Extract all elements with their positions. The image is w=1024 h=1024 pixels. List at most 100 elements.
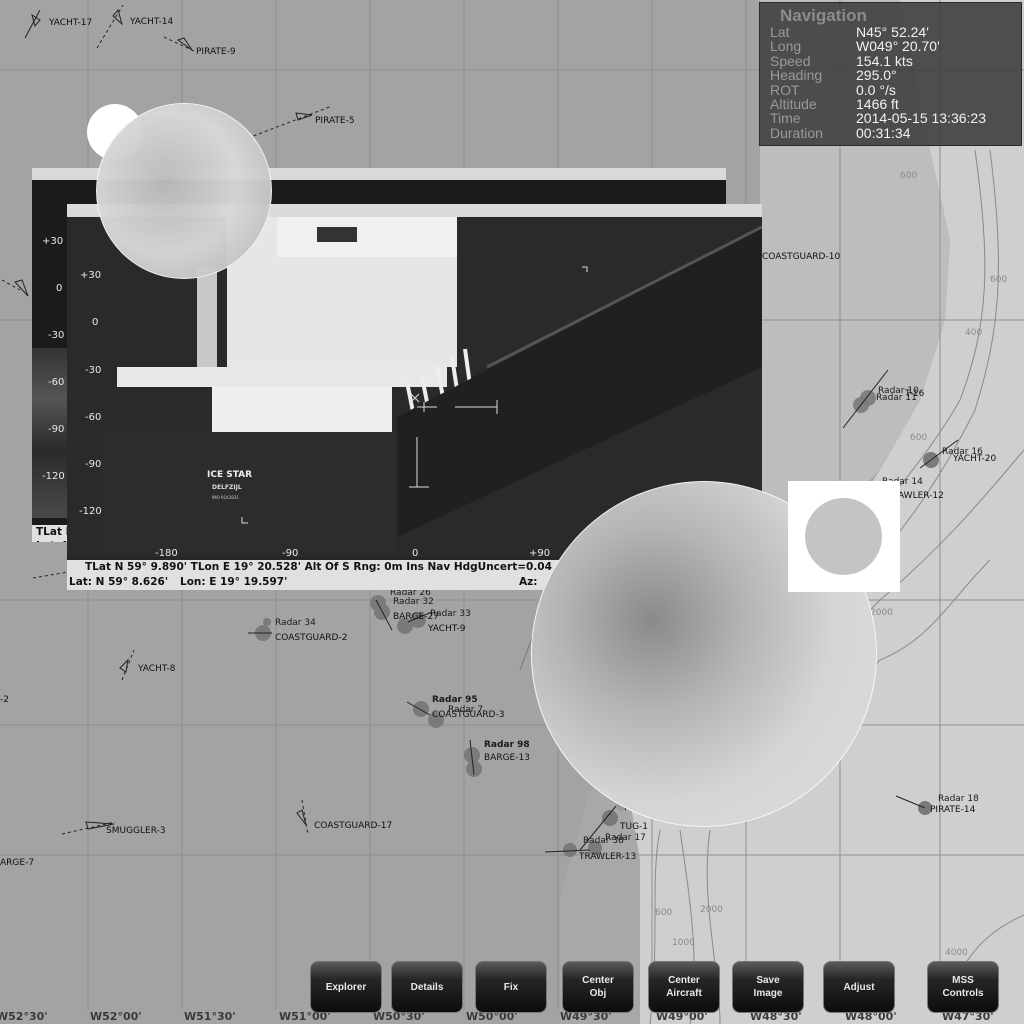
svg-text:400: 400: [965, 328, 982, 338]
svg-text:COASTGUARD-2: COASTGUARD-2: [275, 633, 347, 643]
elevation-tick: -60: [48, 377, 65, 388]
nav-row-altitude: Altitude 1466 ft: [770, 96, 1021, 113]
contact-coastguard-10[interactable]: COASTGUARD-10: [762, 252, 840, 262]
svg-text:2000: 2000: [870, 608, 893, 618]
nav-row-heading: Heading 295.0°: [770, 67, 1021, 84]
nav-row-speed: Speed 154.1 kts: [770, 52, 1021, 69]
ring-marker: [788, 481, 900, 592]
svg-text:Radar 34: Radar 34: [275, 618, 316, 628]
contact-left-edge[interactable]: [1, 279, 29, 297]
svg-text:YACHT-14: YACHT-14: [129, 17, 173, 27]
nav-label: Speed: [770, 52, 811, 69]
center-aircraft-button[interactable]: Center Aircraft: [648, 961, 720, 1013]
contact-barge-7[interactable]: ARGE-7: [0, 858, 34, 868]
nav-value: 0.0 °/s: [856, 81, 896, 98]
svg-text:TRAWLER-13: TRAWLER-13: [578, 852, 636, 862]
svg-text:2000: 2000: [700, 905, 723, 915]
contact-yacht-14[interactable]: YACHT-14: [96, 4, 173, 49]
nav-value: W049° 20.70': [856, 38, 940, 55]
sensor-lon: Lon: E 19° 19.597': [180, 576, 288, 588]
nav-label: Time: [770, 110, 801, 127]
svg-text:Radar 98: Radar 98: [484, 740, 530, 750]
elevation-tick: 0: [56, 283, 63, 294]
svg-text:ARGE-7: ARGE-7: [0, 858, 34, 868]
contact-edge-2[interactable]: -2: [0, 695, 9, 705]
nav-row-time: Time 2014-05-15 13:36:23: [770, 110, 1021, 127]
azimuth-tick: 0: [412, 548, 419, 559]
nav-label: Altitude: [770, 96, 817, 113]
svg-text:-2: -2: [0, 695, 9, 705]
contact-coastguard-17[interactable]: COASTGUARD-17: [296, 799, 392, 836]
contact-coastguard-3[interactable]: Radar 95 Radar 7 COASTGUARD-3: [406, 695, 504, 728]
blurred-region: [96, 103, 272, 279]
center-obj-button[interactable]: Center Obj: [562, 961, 634, 1013]
navigation-panel: Navigation Lat N45° 52.24' Long W049° 20.7…: [759, 2, 1022, 146]
svg-text:COASTGUARD-3: COASTGUARD-3: [432, 710, 504, 720]
elevation-tick: -120: [79, 506, 102, 517]
elevation-tick: -30: [48, 330, 65, 341]
contact-barge-group[interactable]: Radar 26 Radar 32 Radar 33 BARGE-27 YACH…: [370, 588, 471, 634]
azimuth-tick: -180: [155, 548, 178, 559]
azimuth-tick: +90: [529, 548, 551, 559]
svg-text:Radar 17: Radar 17: [605, 833, 646, 843]
nav-value: 2014-05-15 13:36:23: [856, 110, 986, 127]
nav-label: Heading: [770, 67, 823, 84]
nav-row-lat: Lat N45° 52.24': [770, 24, 1021, 40]
nav-value: 1466 ft: [856, 96, 899, 113]
svg-text:PIRATE-9: PIRATE-9: [196, 47, 236, 57]
sensor-lat: Lat: N 59° 8.626': [69, 576, 169, 588]
contact-pirate-5[interactable]: PIRATE-5: [247, 105, 355, 139]
azimuth-label: Az:: [519, 576, 538, 588]
nav-label: Long: [770, 38, 802, 55]
nav-row-duration: Duration 00:31:34: [770, 124, 1021, 141]
nav-value: 00:31:34: [856, 124, 911, 141]
svg-text:600: 600: [655, 908, 672, 918]
contact-yacht-8[interactable]: YACHT-8: [119, 649, 176, 681]
details-button[interactable]: Details: [391, 961, 463, 1013]
svg-text:YACHT-9: YACHT-9: [427, 624, 466, 634]
adjust-button[interactable]: Adjust: [823, 961, 895, 1013]
elevation-tick: -90: [85, 459, 102, 470]
svg-text:PIRATE-5: PIRATE-5: [315, 116, 355, 126]
elevation-tick: -30: [85, 365, 102, 376]
svg-text:YACHT-8: YACHT-8: [137, 664, 176, 674]
azimuth-tick: -90: [282, 548, 299, 559]
lon-label: W52°30': [0, 1010, 48, 1023]
svg-text:600: 600: [910, 433, 927, 443]
nav-value: N45° 52.24': [856, 24, 929, 40]
contact-coastguard-2[interactable]: Radar 34 COASTGUARD-2: [248, 618, 347, 643]
lon-label: W51°30': [184, 1010, 236, 1023]
contact-smuggler-3[interactable]: SMUGGLER-3: [61, 821, 166, 836]
svg-text:1000: 1000: [672, 938, 695, 948]
elevation-tick: -90: [48, 424, 65, 435]
lon-label: W52°00': [90, 1010, 142, 1023]
svg-text:COASTGUARD-10: COASTGUARD-10: [762, 252, 840, 262]
back-target-line: TLat N: [32, 525, 72, 540]
contact-yacht-17[interactable]: YACHT-17: [24, 9, 92, 39]
nav-row-long: Long W049° 20.70': [770, 38, 1021, 55]
contact-pirate-9[interactable]: PIRATE-9: [163, 36, 236, 57]
fix-button[interactable]: Fix: [475, 961, 547, 1013]
nav-label: Duration: [770, 124, 823, 141]
svg-text:600: 600: [900, 171, 917, 181]
vessel-name-text: ICE STAR: [207, 470, 252, 480]
svg-text:Radar 18: Radar 18: [938, 794, 979, 804]
track-line: [32, 571, 69, 579]
save-image-button[interactable]: Save Image: [732, 961, 804, 1013]
svg-text:PIRATE-14: PIRATE-14: [930, 805, 976, 815]
svg-text:BARGE-13: BARGE-13: [484, 753, 530, 763]
explorer-button[interactable]: Explorer: [310, 961, 382, 1013]
svg-text:T-16: T-16: [904, 389, 925, 399]
svg-text:BARGE-27: BARGE-27: [393, 612, 439, 622]
navigation-title: Navigation: [780, 6, 867, 25]
elevation-tick: 0: [92, 317, 99, 328]
svg-text:COASTGUARD-17: COASTGUARD-17: [314, 821, 392, 831]
contact-barge-13[interactable]: Radar 98 BARGE-13: [464, 739, 530, 777]
nav-value: 154.1 kts: [856, 52, 913, 69]
svg-text:600: 600: [990, 275, 1007, 285]
svg-text:Radar 32: Radar 32: [393, 597, 434, 607]
mss-controls-button[interactable]: MSS Controls: [927, 961, 999, 1013]
nav-value: 295.0°: [856, 67, 897, 84]
svg-text:SMUGGLER-3: SMUGGLER-3: [106, 826, 166, 836]
svg-text:Radar 95: Radar 95: [432, 695, 478, 705]
